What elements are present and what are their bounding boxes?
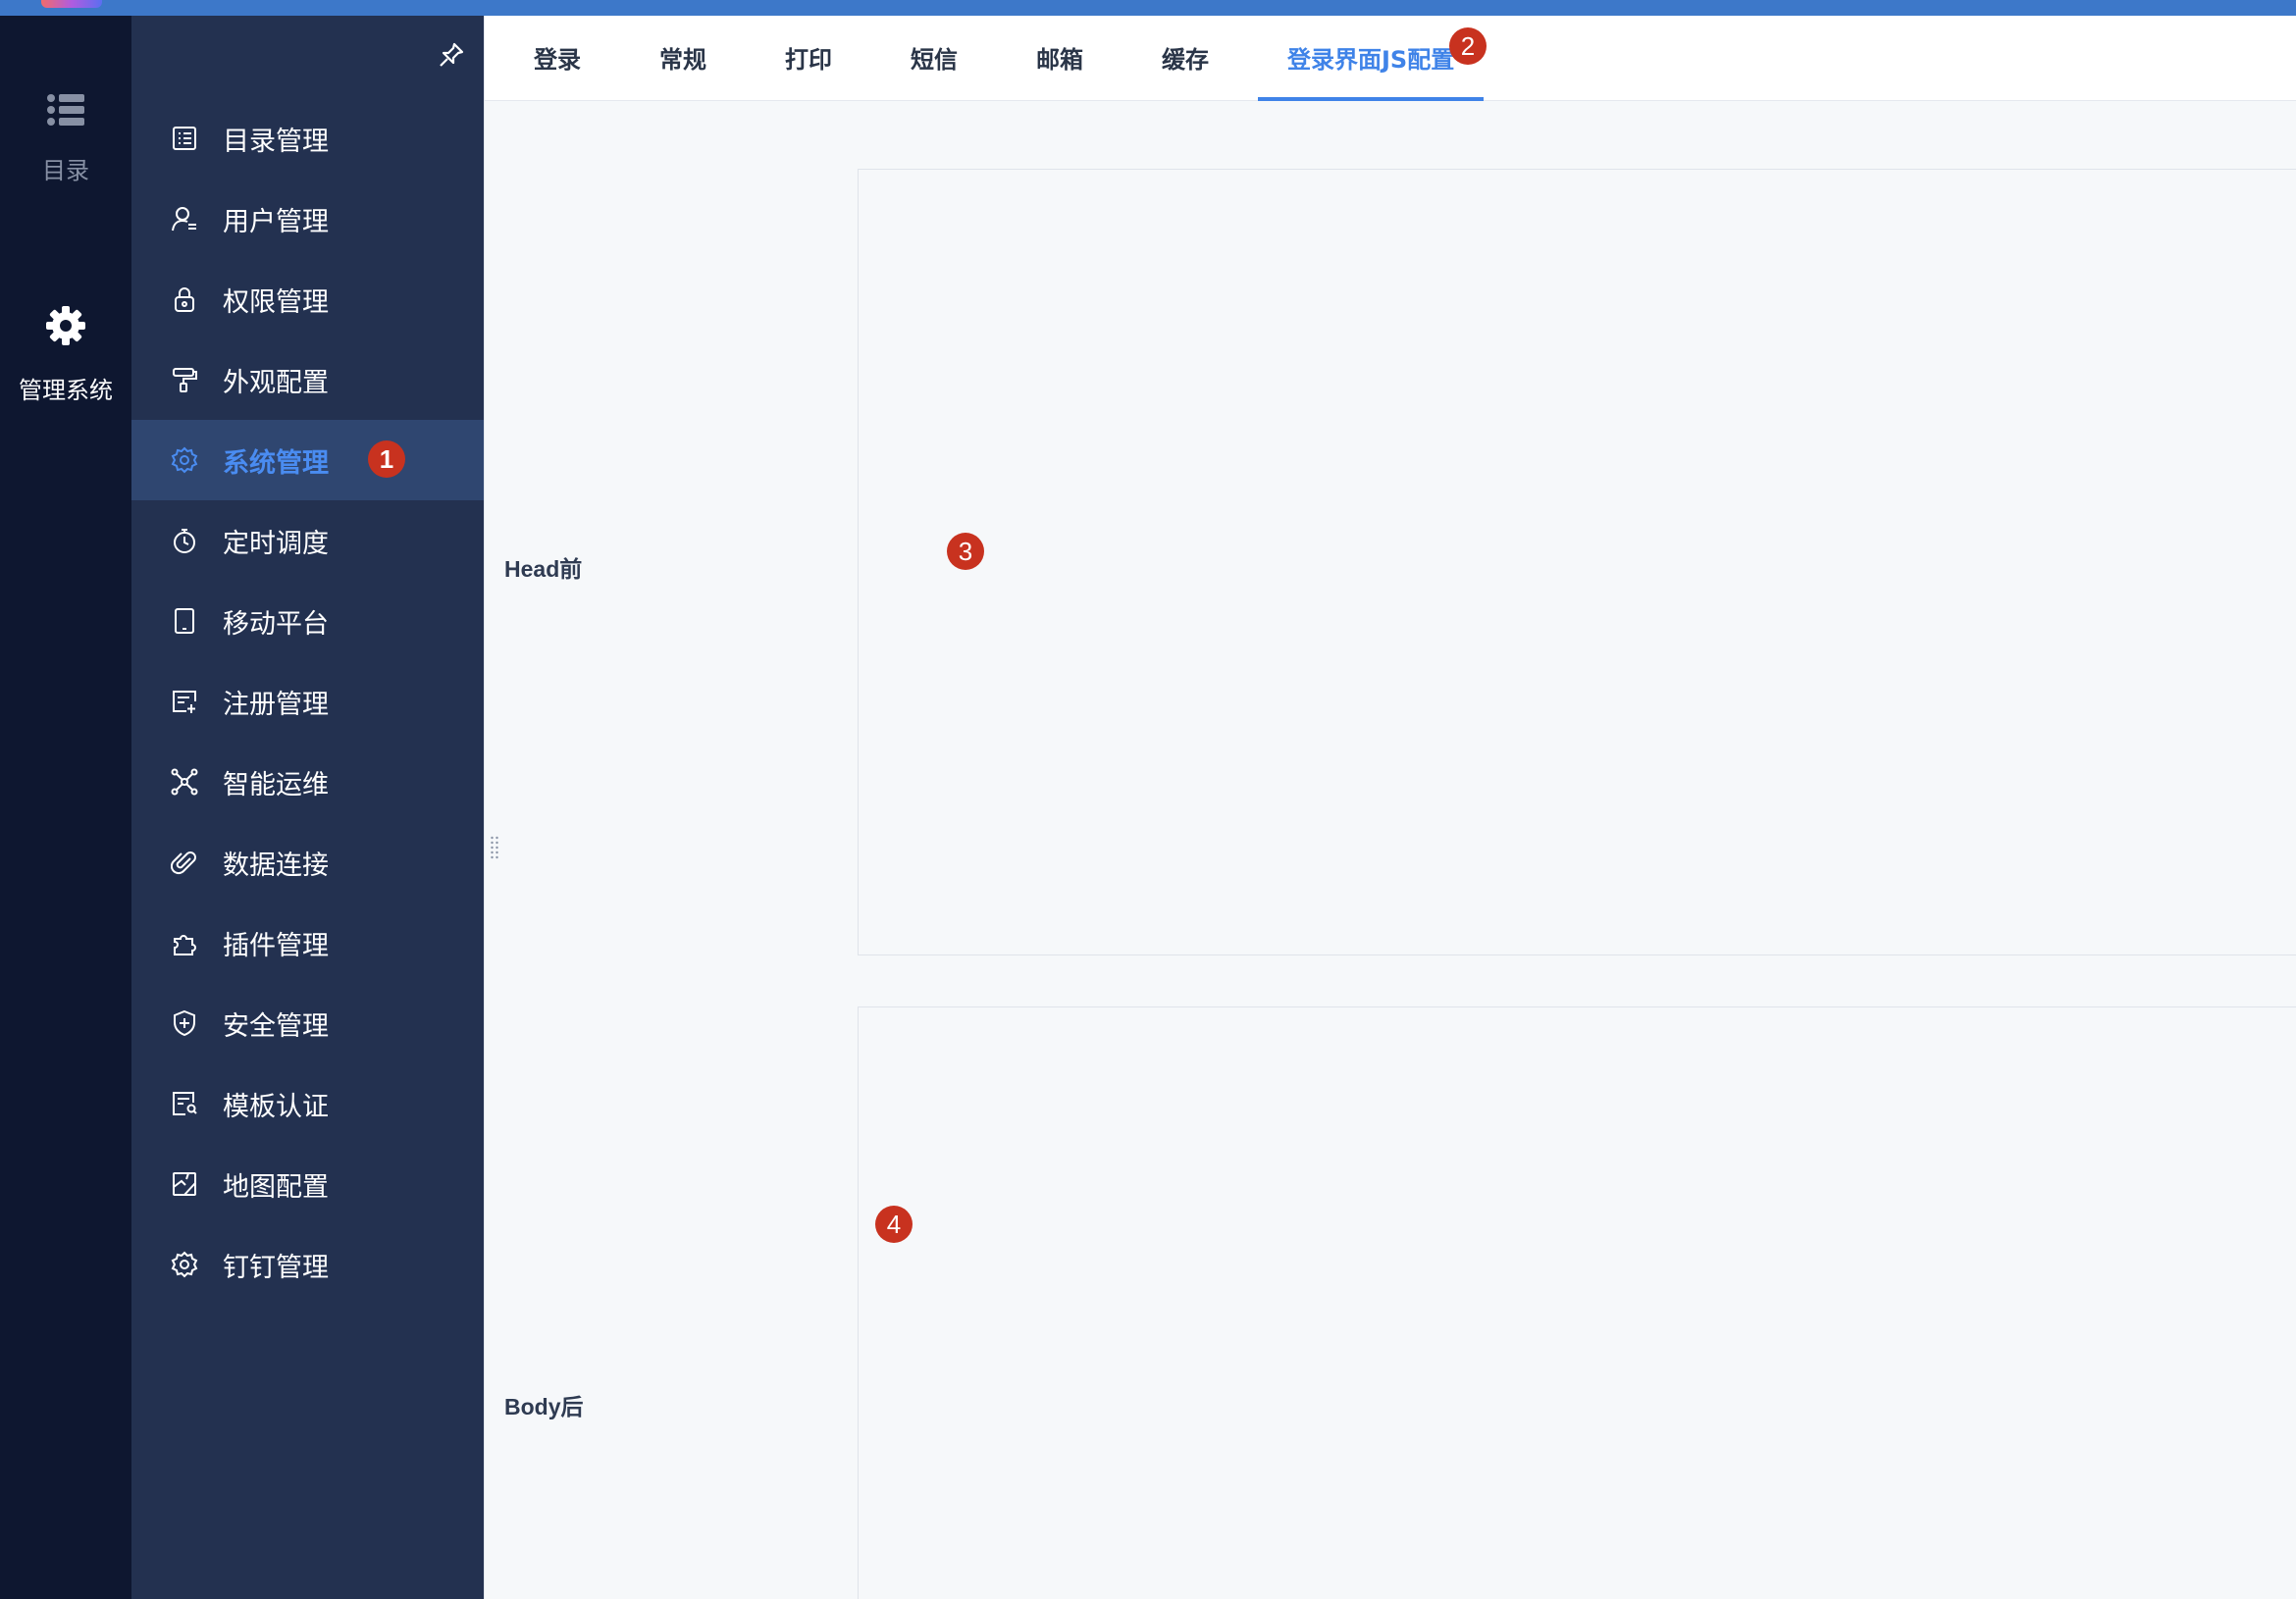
- gear-icon: [0, 304, 131, 351]
- rail-label-management-system: 管理系统: [19, 377, 113, 404]
- tab-bar: 登录 常规 打印 短信 邮箱 缓存 登录界面JS配置 2: [485, 16, 2296, 101]
- sidebar-item-label: 智能运维: [223, 769, 329, 800]
- sidebar-item-system-manage[interactable]: 系统管理 1: [131, 420, 484, 500]
- sidebar-item-label: 地图配置: [223, 1171, 329, 1203]
- annotation-badge: 3: [947, 533, 984, 570]
- pin-icon[interactable]: [432, 35, 471, 75]
- lock-icon: [170, 284, 199, 314]
- sidebar: 目录管理 用户管理 权限管理 外观配置 系统管理 1 定时调度 移动平台 注册管…: [131, 16, 484, 1599]
- sidebar-item-template-cert[interactable]: 模板认证: [131, 1063, 484, 1144]
- stopwatch-icon: [170, 526, 199, 555]
- head-before-editor[interactable]: [858, 169, 2296, 955]
- gear-icon: [170, 445, 199, 475]
- sidebar-item-dingtalk[interactable]: 钉钉管理: [131, 1224, 484, 1305]
- shield-plus-icon: [170, 1008, 199, 1038]
- sidebar-item-label: 模板认证: [223, 1091, 329, 1122]
- head-before-label: Head前: [504, 556, 583, 582]
- register-icon: [170, 687, 199, 716]
- sidebar-item-label: 注册管理: [223, 689, 329, 720]
- sidebar-item-user-manage[interactable]: 用户管理: [131, 179, 484, 259]
- sidebar-item-scheduler[interactable]: 定时调度: [131, 500, 484, 581]
- user-manage-icon: [170, 204, 199, 233]
- sidebar-item-label: 目录管理: [223, 126, 329, 157]
- tab-login[interactable]: 登录: [534, 16, 581, 101]
- sidebar-item-register[interactable]: 注册管理: [131, 661, 484, 742]
- tablet-icon: [170, 606, 199, 636]
- paperclip-icon: [170, 848, 199, 877]
- sidebar-item-label: 系统管理: [223, 447, 329, 479]
- sidebar-item-smart-ops[interactable]: 智能运维: [131, 742, 484, 822]
- tab-print[interactable]: 打印: [785, 16, 832, 101]
- sidebar-item-label: 数据连接: [223, 850, 329, 881]
- map-icon: [170, 1169, 199, 1199]
- top-bar: [0, 0, 2296, 16]
- tab-sms[interactable]: 短信: [911, 16, 958, 101]
- puzzle-icon: [170, 928, 199, 957]
- paint-roller-icon: [170, 365, 199, 394]
- sidebar-item-label: 移动平台: [223, 608, 329, 640]
- sidebar-item-mobile[interactable]: 移动平台: [131, 581, 484, 661]
- gear-outline-icon: [170, 1250, 199, 1279]
- sidebar-item-label: 权限管理: [223, 286, 329, 318]
- sidebar-item-label: 定时调度: [223, 528, 329, 559]
- sidebar-menu: 目录管理 用户管理 权限管理 外观配置 系统管理 1 定时调度 移动平台 注册管…: [131, 98, 484, 1305]
- sidebar-item-catalog[interactable]: 目录管理: [131, 98, 484, 179]
- rail-item-directory[interactable]: 目录: [0, 92, 131, 185]
- sidebar-item-label: 插件管理: [223, 930, 329, 961]
- tab-general[interactable]: 常规: [659, 16, 706, 101]
- app-logo: [41, 0, 102, 8]
- catalog-icon: [170, 124, 199, 153]
- sidebar-item-label: 钉钉管理: [223, 1252, 329, 1283]
- resize-handle[interactable]: [490, 836, 499, 859]
- body-after-label: Body后: [504, 1394, 584, 1419]
- network-icon: [170, 767, 199, 797]
- app-rail: 目录 管理系统: [0, 16, 131, 1599]
- list-icon: [0, 92, 131, 131]
- annotation-badge: 4: [875, 1206, 913, 1243]
- sidebar-item-label: 外观配置: [223, 367, 329, 398]
- sidebar-item-data-connection[interactable]: 数据连接: [131, 822, 484, 903]
- annotation-badge: 2: [1449, 27, 1487, 65]
- tab-cache[interactable]: 缓存: [1162, 16, 1209, 101]
- annotation-badge: 1: [368, 440, 405, 478]
- main-content: 登录 常规 打印 短信 邮箱 缓存 登录界面JS配置 2 Head前 3 Bod…: [484, 16, 2296, 1599]
- sidebar-item-permission[interactable]: 权限管理: [131, 259, 484, 339]
- sidebar-item-label: 用户管理: [223, 206, 329, 237]
- sidebar-item-map-config[interactable]: 地图配置: [131, 1144, 484, 1224]
- sidebar-item-security[interactable]: 安全管理: [131, 983, 484, 1063]
- rail-item-management-system[interactable]: 管理系统: [0, 304, 131, 405]
- tab-mailbox[interactable]: 邮箱: [1036, 16, 1083, 101]
- tab-login-js-config[interactable]: 登录界面JS配置: [1258, 16, 1485, 101]
- sidebar-item-plugins[interactable]: 插件管理: [131, 903, 484, 983]
- rail-label-directory: 目录: [42, 157, 89, 184]
- body-after-editor[interactable]: [858, 1006, 2296, 1599]
- sidebar-item-appearance[interactable]: 外观配置: [131, 339, 484, 420]
- sidebar-item-label: 安全管理: [223, 1010, 329, 1042]
- template-cert-icon: [170, 1089, 199, 1118]
